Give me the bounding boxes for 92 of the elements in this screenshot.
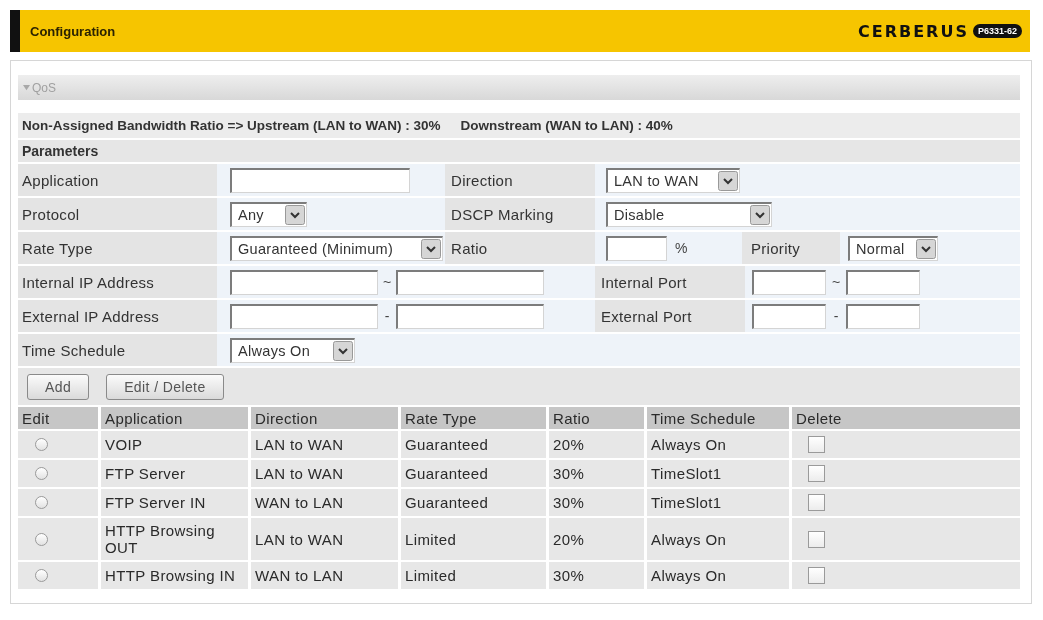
- add-button[interactable]: Add: [27, 373, 90, 400]
- column-header: Application: [101, 407, 248, 429]
- radio-button[interactable]: [35, 532, 48, 546]
- field-label: DSCP Marking: [445, 198, 595, 230]
- field-label: Ratio: [445, 232, 595, 264]
- page-title: Configuration: [30, 23, 116, 39]
- field-label: Direction: [445, 164, 595, 196]
- downstream-ratio-text: Downstream (WAN to LAN) : 40%: [460, 118, 673, 133]
- chevron-down-icon: [333, 340, 353, 361]
- table-cell: 30%: [549, 562, 644, 589]
- range-separator: ~: [830, 274, 842, 290]
- column-header: Edit: [18, 407, 98, 429]
- table-cell: 30%: [549, 489, 644, 516]
- upstream-ratio-text: Non-Assigned Bandwidth Ratio => Upstream (LAN to WAN) : 30%: [22, 118, 441, 133]
- text-input[interactable]: [606, 235, 667, 261]
- table-cell: Guaranteed: [401, 431, 546, 458]
- table-cell: 30%: [549, 460, 644, 487]
- field-label: Application: [18, 164, 217, 196]
- chevron-down-icon: [421, 238, 441, 259]
- text-input[interactable]: [752, 269, 826, 295]
- field-label: Priority: [742, 232, 840, 264]
- chevron-down-icon: [750, 204, 770, 225]
- text-input[interactable]: [396, 269, 544, 295]
- header-accent-bar: [10, 10, 20, 52]
- text-input[interactable]: [846, 269, 920, 295]
- table-cell: Guaranteed: [401, 489, 546, 516]
- text-input[interactable]: [846, 303, 920, 329]
- disclosure-triangle-icon[interactable]: [23, 84, 30, 91]
- table-cell: Guaranteed: [401, 460, 546, 487]
- parameters-heading: Parameters: [18, 140, 1020, 162]
- checkbox[interactable]: [808, 530, 825, 548]
- text-input[interactable]: [752, 303, 826, 329]
- checkbox[interactable]: [808, 436, 825, 453]
- field-label: Internal Port: [595, 266, 745, 298]
- column-header: Rate Type: [401, 407, 546, 429]
- table-cell: HTTP Browsing OUT: [101, 518, 248, 560]
- field-label: Internal IP Address: [18, 266, 217, 298]
- table-cell: VOIP: [101, 431, 248, 458]
- checkbox[interactable]: [808, 567, 825, 584]
- range-separator: -: [383, 308, 391, 324]
- chevron-down-icon: [916, 238, 936, 259]
- field-label: Rate Type: [18, 232, 217, 264]
- logo-text: CERBERUS: [858, 21, 969, 41]
- table-cell: WAN to LAN: [251, 562, 398, 589]
- table-cell: TimeSlot1: [647, 489, 789, 516]
- range-separator: -: [832, 308, 840, 324]
- table-cell: Always On: [647, 562, 789, 589]
- table-cell: LAN to WAN: [251, 431, 398, 458]
- table-cell: Always On: [647, 431, 789, 458]
- radio-button[interactable]: [35, 496, 48, 509]
- column-header: Ratio: [549, 407, 644, 429]
- chevron-down-icon: [285, 204, 305, 225]
- table-cell: Always On: [647, 518, 789, 560]
- field-label: External Port: [595, 300, 745, 332]
- checkbox[interactable]: [808, 494, 825, 511]
- table-cell: Limited: [401, 562, 546, 589]
- text-input[interactable]: [396, 303, 544, 329]
- table-cell: 20%: [549, 518, 644, 560]
- table-cell: FTP Server: [101, 460, 248, 487]
- field-label: Protocol: [18, 198, 217, 230]
- dropdown[interactable]: Always On: [230, 337, 355, 363]
- chevron-down-icon: [718, 170, 738, 191]
- column-header: Direction: [251, 407, 398, 429]
- section-title: QoS: [32, 80, 56, 95]
- table-cell: TimeSlot1: [647, 460, 789, 487]
- radio-button[interactable]: [35, 569, 48, 582]
- text-input[interactable]: [230, 167, 410, 193]
- table-cell: LAN to WAN: [251, 460, 398, 487]
- dropdown[interactable]: Disable: [606, 201, 772, 227]
- field-label: External IP Address: [18, 300, 217, 332]
- model-badge: P6331-62: [972, 24, 1022, 38]
- radio-button[interactable]: [35, 438, 48, 451]
- column-header: Time Schedule: [647, 407, 789, 429]
- table-cell: Limited: [401, 518, 546, 560]
- dropdown[interactable]: LAN to WAN: [606, 167, 740, 193]
- table-cell: HTTP Browsing IN: [101, 562, 248, 589]
- edit-delete-button[interactable]: Edit / Delete: [106, 373, 224, 400]
- dropdown[interactable]: Any: [230, 201, 307, 227]
- table-cell: 20%: [549, 431, 644, 458]
- unit-label: %: [675, 240, 688, 256]
- radio-button[interactable]: [35, 467, 48, 480]
- text-input[interactable]: [230, 269, 378, 295]
- table-cell: FTP Server IN: [101, 489, 248, 516]
- table-cell: LAN to WAN: [251, 518, 398, 560]
- text-input[interactable]: [230, 303, 378, 329]
- table-cell: WAN to LAN: [251, 489, 398, 516]
- range-separator: ~: [381, 274, 393, 290]
- dropdown[interactable]: Guaranteed (Minimum): [230, 235, 443, 261]
- dropdown[interactable]: Normal: [848, 235, 938, 261]
- column-header: Delete: [792, 407, 1020, 429]
- field-label: Time Schedule: [18, 334, 217, 366]
- checkbox[interactable]: [808, 465, 825, 482]
